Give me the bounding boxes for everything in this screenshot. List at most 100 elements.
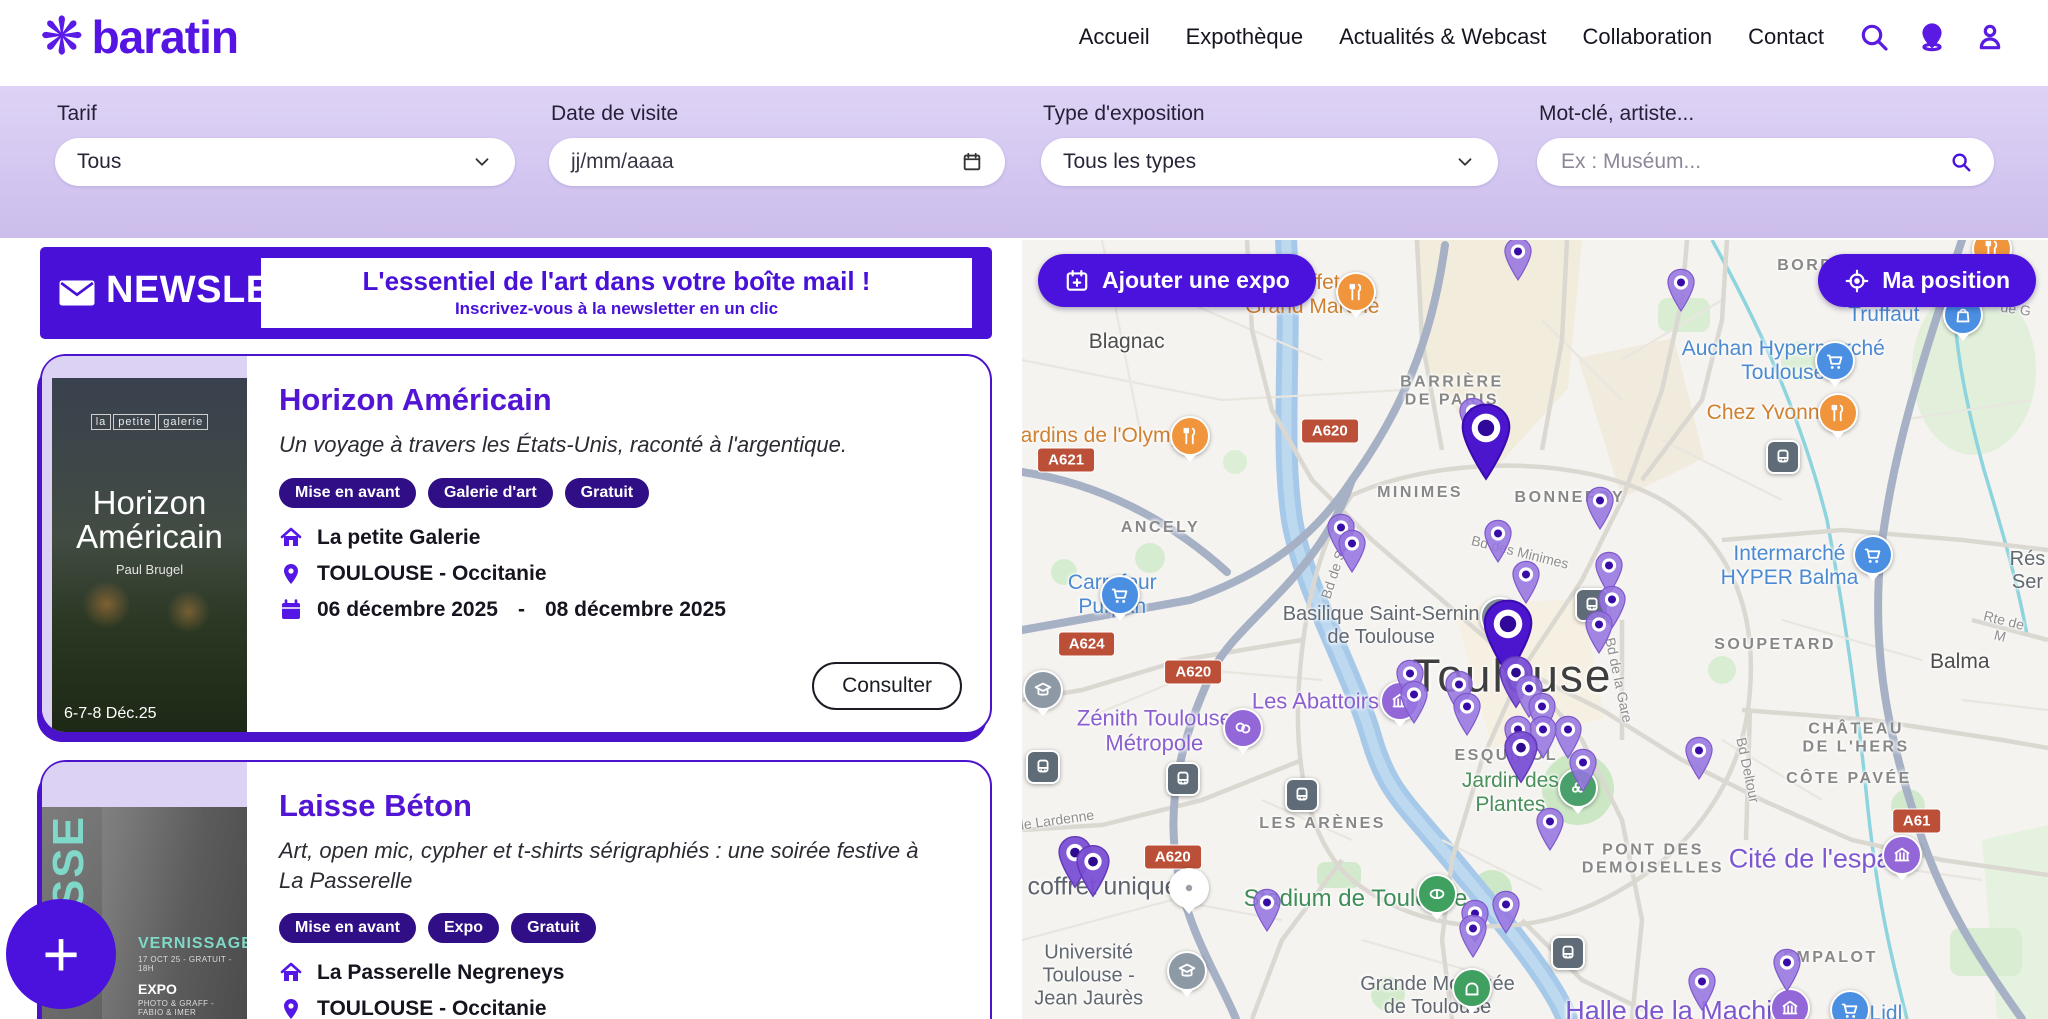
expo-map-pin[interactable] (1500, 240, 1536, 287)
tag-badge: Galerie d'art (428, 478, 553, 508)
consult-button[interactable]: Consulter (812, 662, 962, 710)
expo-card-horizon-americain: lapetitegalerie Horizon Américain Paul B… (40, 354, 992, 734)
expo-map-pin[interactable] (1499, 729, 1543, 790)
map-label: LES ARÈNES (1259, 815, 1386, 833)
expo-map-pin[interactable] (1334, 528, 1370, 579)
map-poi-cart-icon[interactable] (1853, 535, 1893, 575)
filter-label: Mot-clé, artiste... (1539, 102, 1694, 126)
map-label: PONT DES DEMOISELLES (1582, 842, 1724, 879)
expo-map-pin[interactable] (1769, 947, 1805, 998)
type-value: Tous les types (1063, 150, 1454, 174)
chevron-down-icon (471, 151, 493, 173)
map-poi-train-icon[interactable] (1026, 750, 1060, 784)
search-icon[interactable] (1858, 21, 1890, 53)
calendar-icon (961, 151, 983, 173)
map-label: Les Abattoirs (1252, 689, 1379, 714)
map-poi-cart-icon[interactable] (1100, 575, 1140, 615)
nav-item[interactable]: Contact (1748, 24, 1824, 50)
map-label: Intermarché HYPER Balma (1721, 541, 1859, 589)
add-expo-button[interactable]: Ajouter une expo (1038, 254, 1316, 307)
my-position-button[interactable]: Ma position (1818, 254, 2036, 307)
calendar-icon (279, 598, 303, 622)
map-poi-restaurant-icon[interactable] (1170, 416, 1210, 456)
nav-item[interactable]: Accueil (1079, 24, 1150, 50)
expo-map-pin[interactable] (1449, 691, 1485, 742)
expo-title[interactable]: Laisse Béton (279, 788, 960, 824)
expo-map-pin[interactable] (1532, 807, 1568, 858)
tag-badge: Mise en avant (279, 913, 416, 943)
expo-map-pin[interactable] (1663, 267, 1699, 318)
expo-map-pin[interactable] (1488, 889, 1524, 940)
tarif-value: Tous (77, 150, 471, 174)
map[interactable]: BlagnacBARRIÈRE DE PARISBORDEROUGELe Buf… (1022, 240, 2048, 1019)
expo-map-pin[interactable] (1684, 966, 1720, 1017)
brand-name: baratin (92, 10, 238, 64)
map-poi-masks-icon[interactable] (1223, 708, 1263, 748)
expo-title[interactable]: Horizon Américain (279, 382, 960, 418)
map-poi-mosque-icon[interactable] (1452, 968, 1492, 1008)
brand-logo[interactable]: ❋ baratin (40, 10, 238, 64)
expo-map-pin[interactable] (1455, 913, 1491, 964)
road-badge: A620 (1164, 660, 1222, 685)
map-poi-dot-icon[interactable] (1169, 868, 1209, 908)
expo-map-pin[interactable] (1249, 888, 1285, 939)
nav-item[interactable]: Actualités & Webcast (1339, 24, 1546, 50)
chevron-down-icon (1454, 151, 1476, 173)
expo-map-pin[interactable] (1565, 747, 1601, 798)
tarif-select[interactable]: Tous (55, 138, 515, 186)
map-poi-train-icon[interactable] (1285, 778, 1319, 812)
page: ❋ baratin Accueil Expothèque Actualités & … (0, 0, 2048, 1019)
location-pin-icon[interactable] (1916, 21, 1948, 53)
date-input[interactable]: jj/mm/aaaa (549, 138, 1005, 186)
nav-item[interactable]: Collaboration (1583, 24, 1713, 50)
newsletter-box: L'essentiel de l'art dans votre boîte ma… (261, 258, 972, 328)
flower-asterisk-icon: ❋ (40, 11, 84, 63)
expo-map-pin[interactable] (1681, 735, 1717, 786)
envelope-icon (57, 273, 97, 313)
map-label: Université Toulouse - Jean Jaurès (1034, 942, 1143, 1011)
map-poi-train-icon[interactable] (1551, 936, 1585, 970)
add-floating-button[interactable]: + (6, 899, 116, 1009)
expo-map-pin[interactable] (1396, 679, 1432, 730)
user-icon[interactable] (1974, 21, 2006, 53)
venue-name: La Passerelle Negreneys (317, 961, 565, 985)
location-name: TOULOUSE - Occitanie (317, 997, 547, 1019)
nav-item[interactable]: Expothèque (1186, 24, 1303, 50)
expo-map-pin[interactable] (1454, 401, 1518, 488)
location-name: TOULOUSE - Occitanie (317, 562, 547, 586)
newsletter-banner[interactable]: NEWSLETTER L'essentiel de l'art dans vot… (40, 247, 992, 339)
map-poi-museum-icon[interactable] (1882, 835, 1922, 875)
expo-map-pin[interactable] (1581, 609, 1617, 660)
map-label: MINIMES (1377, 484, 1463, 502)
expo-map-pin[interactable] (1071, 843, 1115, 904)
card-body: Horizon Américain Un voyage à travers le… (42, 356, 990, 732)
map-poi-school-icon[interactable] (1167, 951, 1207, 991)
expo-list: NEWSLETTER L'essentiel de l'art dans vot… (40, 247, 992, 1019)
map-poi-train-icon[interactable] (1766, 440, 1800, 474)
expo-card-laisse-beton: LAISSE VERNISSAGE17 OCT 25 - GRATUIT - 1… (40, 760, 992, 1019)
map-label: SOUPETARD (1714, 636, 1836, 654)
map-poi-restaurant-icon[interactable] (1818, 393, 1858, 433)
map-poi-cart-icon[interactable] (1815, 341, 1855, 381)
road-badge: A621 (1037, 447, 1095, 472)
filter-bar: Tarif Tous Date de visite jj/mm/aaaa Typ… (0, 86, 2048, 238)
header-icons (1858, 21, 2006, 53)
date-value: jj/mm/aaaa (571, 150, 961, 174)
tag-list: Mise en avantGalerie d'artGratuit (279, 478, 960, 508)
venue-row: La Passerelle Negreneys (279, 961, 960, 985)
search-icon (1950, 151, 1972, 173)
map-poi-stadium-icon[interactable] (1417, 874, 1457, 914)
home-icon (279, 961, 303, 985)
calendar-plus-icon (1064, 268, 1090, 294)
map-poi-restaurant-icon[interactable] (1336, 272, 1376, 312)
header: ❋ baratin Accueil Expothèque Actualités & … (0, 0, 2048, 74)
map-label: Chez Yvonne (1707, 401, 1832, 425)
keyword-search-input[interactable] (1559, 149, 1950, 175)
expo-map-pin[interactable] (1582, 486, 1618, 537)
type-select[interactable]: Tous les types (1041, 138, 1498, 186)
map-poi-school-icon[interactable] (1023, 670, 1063, 710)
map-poi-train-icon[interactable] (1166, 762, 1200, 796)
road-badge: A620 (1144, 844, 1202, 869)
location-pin-icon (279, 997, 303, 1019)
expo-description: Art, open mic, cypher et t-shirts sérigr… (279, 836, 939, 895)
